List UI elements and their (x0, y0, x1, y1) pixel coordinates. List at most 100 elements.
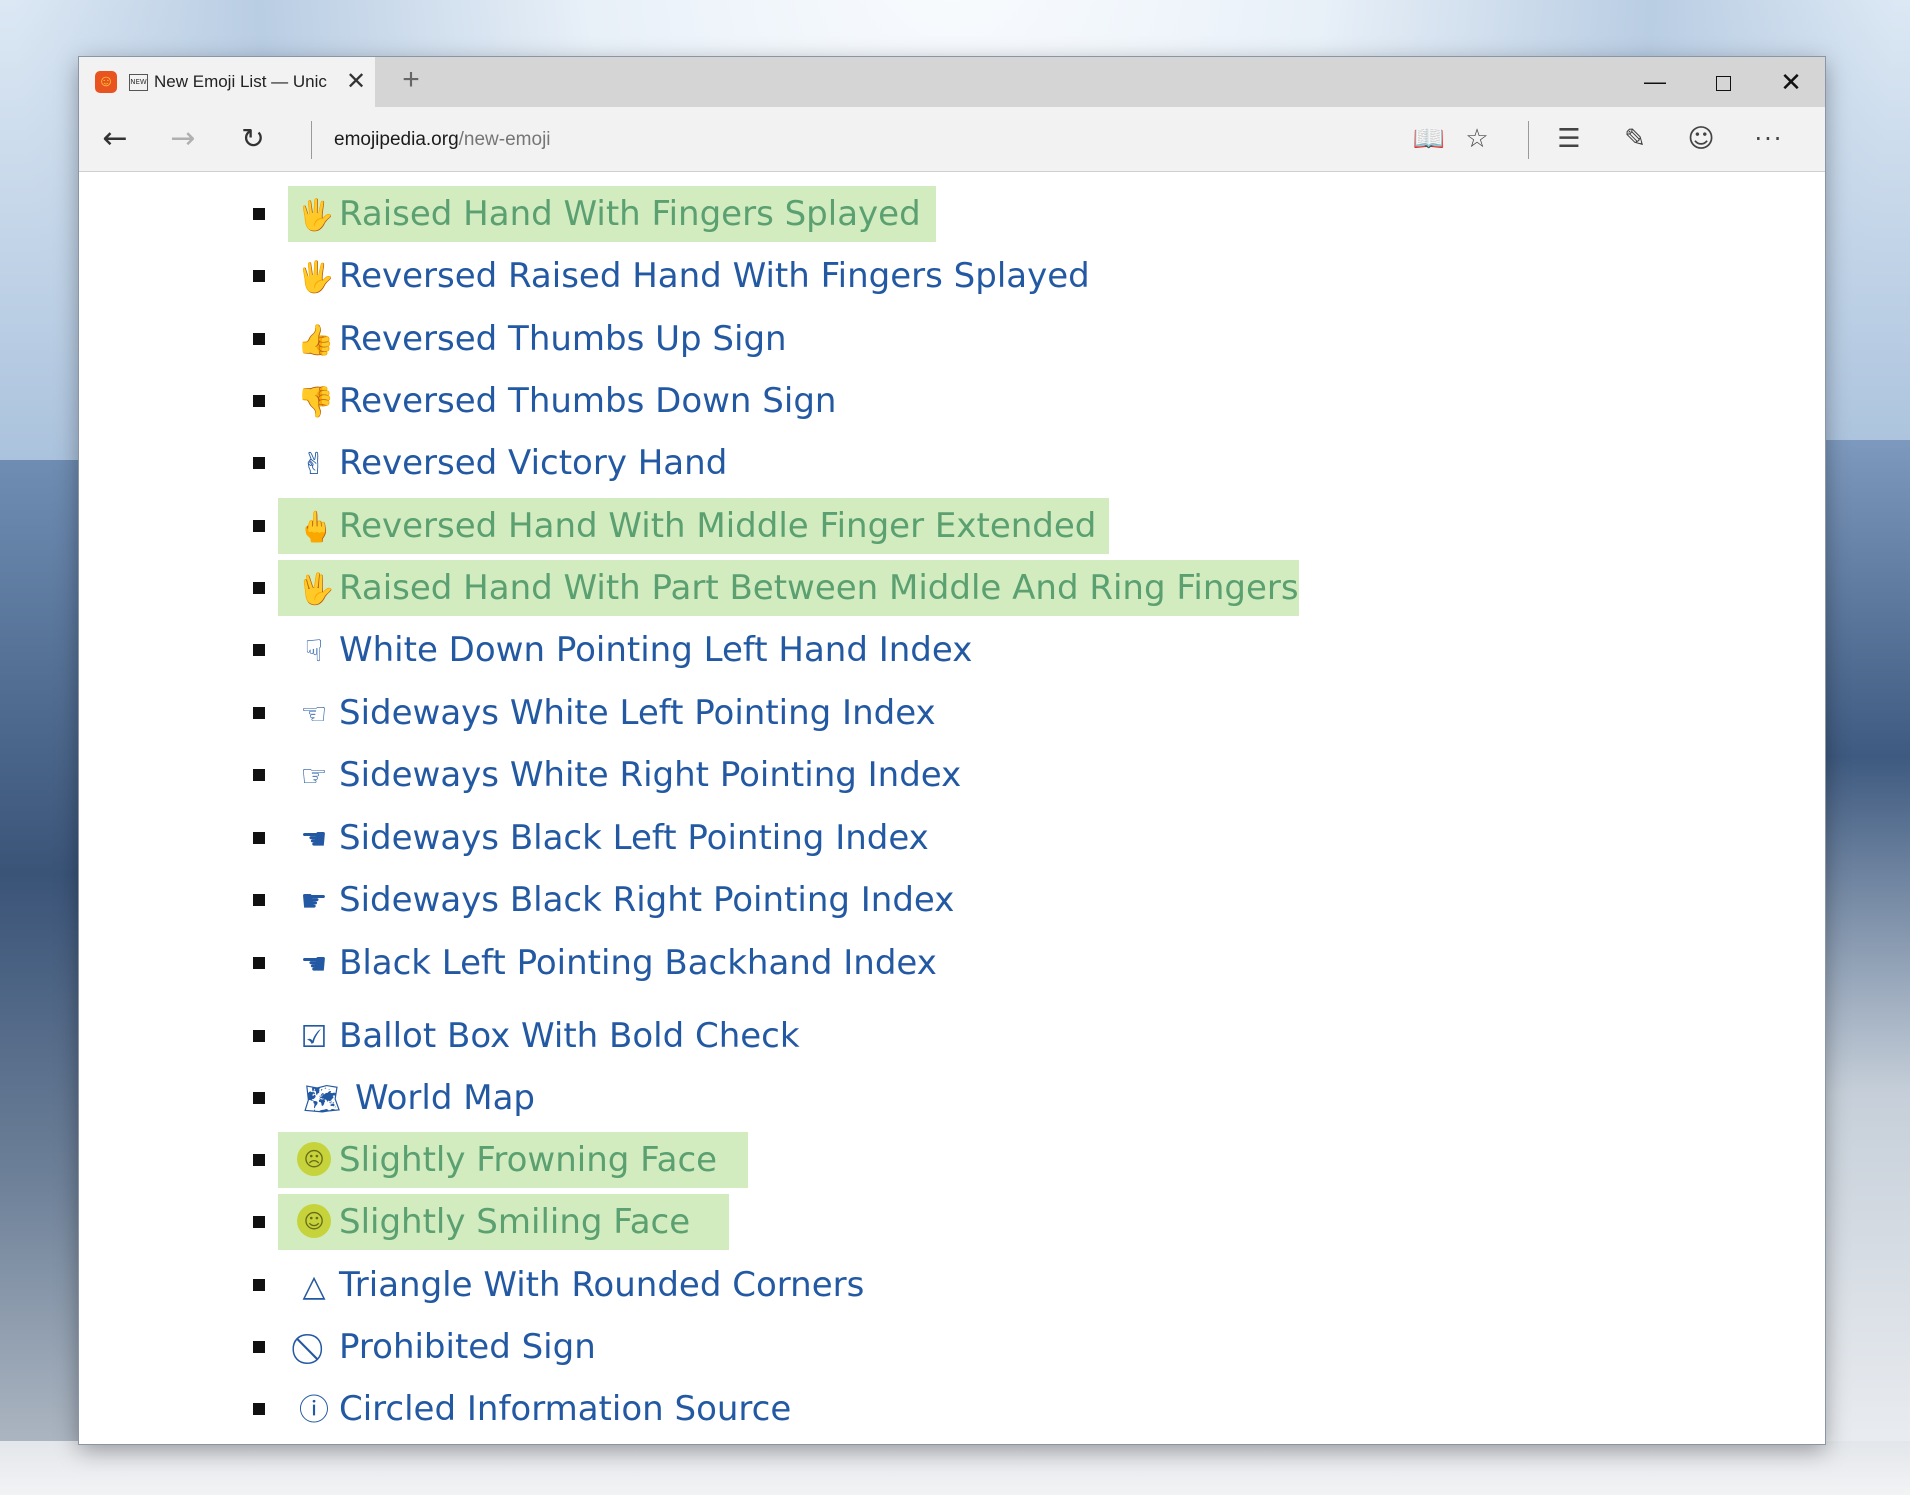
emoji-glyph-icon: ☟ (304, 634, 324, 669)
emoji-label: Sideways White Right Pointing Index (339, 755, 962, 795)
emoji-glyph-icon: ⃠ (297, 1321, 331, 1377)
tab-close-icon[interactable]: ✕ (346, 70, 366, 94)
address-bar[interactable]: emojipedia.org/new-emoji (334, 125, 551, 155)
list-item: ☞ Sideways White Right Pointing Index (79, 747, 1825, 803)
emoji-link[interactable]: ⓘ Circled Information Source (297, 1381, 791, 1437)
browser-window: ☺ NEW New Emoji List — Unic ✕ + — ✕ ← → … (79, 57, 1825, 1444)
emoji-glyph-icon: 🖕 (297, 510, 335, 545)
emoji-link[interactable]: ☞ Sideways White Right Pointing Index (297, 747, 962, 803)
emoji-glyph-icon: 🖐 (297, 198, 335, 233)
feedback-smiley-icon[interactable]: ☺ (1677, 107, 1725, 171)
emoji-link[interactable]: ✌ Reversed Victory Hand (297, 435, 727, 491)
list-bullet (253, 1092, 265, 1104)
emoji-label: Sideways Black Right Pointing Index (339, 880, 955, 920)
emoji-label: Circled Information Source (339, 1389, 792, 1429)
list-bullet (253, 769, 265, 781)
emoji-link[interactable]: ☑ Ballot Box With Bold Check (297, 1008, 800, 1064)
forward-button[interactable]: → (155, 107, 211, 171)
list-bullet (253, 270, 265, 282)
emoji-link[interactable]: ☟ White Down Pointing Left Hand Index (297, 622, 972, 678)
list-bullet (253, 582, 265, 594)
emoji-glyph-icon: 👍 (297, 323, 335, 358)
list-item: ☚ Sideways Black Left Pointing Index (79, 810, 1825, 866)
emoji-glyph-icon: △ (302, 1269, 326, 1304)
emoji-glyph-icon: ☛ (300, 884, 328, 919)
maximize-icon (1715, 75, 1731, 91)
close-window-button[interactable]: ✕ (1757, 57, 1825, 107)
list-item: 👍 Reversed Thumbs Up Sign (79, 311, 1825, 367)
navigation-bar: ← → ↻ emojipedia.org/new-emoji 📖 ☆ ☰ ✎ ☺… (79, 107, 1825, 172)
emoji-label: Black Left Pointing Backhand Index (339, 943, 937, 983)
reading-view-icon[interactable]: 📖 (1405, 107, 1453, 171)
background-mountain-right (1826, 440, 1910, 1495)
emoji-link[interactable]: 👎 Reversed Thumbs Down Sign (297, 373, 836, 429)
emoji-label: Reversed Hand With Middle Finger Extende… (339, 506, 1097, 546)
address-separator (311, 121, 312, 159)
list-item: ☺ Slightly Smiling Face (79, 1194, 1825, 1250)
address-path: /new-emoji (458, 129, 551, 150)
list-item: 👎 Reversed Thumbs Down Sign (79, 373, 1825, 429)
back-button[interactable]: ← (87, 107, 143, 171)
emoji-label: Slightly Frowning Face (339, 1140, 718, 1180)
list-item: ☜ Sideways White Left Pointing Index (79, 685, 1825, 741)
emoji-label: Reversed Raised Hand With Fingers Splaye… (339, 256, 1090, 296)
list-item: 🖐 Raised Hand With Fingers Splayed (79, 186, 1825, 242)
emoji-link[interactable]: ☹ Slightly Frowning Face (297, 1132, 717, 1188)
favorite-star-icon[interactable]: ☆ (1453, 107, 1501, 171)
emoji-link[interactable]: 🗺 World Map (297, 1070, 535, 1126)
emoji-glyph-icon: ☚ (300, 822, 328, 857)
emoji-label: Triangle With Rounded Corners (339, 1265, 865, 1305)
emoji-link[interactable]: ☚ Sideways Black Left Pointing Index (297, 810, 929, 866)
list-item: ☑ Ballot Box With Bold Check (79, 1008, 1825, 1064)
emoji-link[interactable]: 🖕 Reversed Hand With Middle Finger Extend… (297, 498, 1096, 554)
list-bullet (253, 957, 265, 969)
emoji-link[interactable]: 🖐 Reversed Raised Hand With Fingers Splay… (297, 248, 1090, 304)
list-bullet (253, 208, 265, 220)
emoji-link[interactable]: ☛ Sideways Black Right Pointing Index (297, 872, 955, 928)
list-item: ☹ Slightly Frowning Face (79, 1132, 1825, 1188)
emoji-glyph-icon: 🖖 (297, 572, 335, 607)
list-bullet (253, 1030, 265, 1042)
web-note-icon[interactable]: ✎ (1611, 107, 1659, 171)
emoji-link[interactable]: △ Triangle With Rounded Corners (297, 1257, 864, 1313)
list-bullet (253, 457, 265, 469)
toolbar-separator (1528, 121, 1529, 159)
background-mountain-left (0, 460, 90, 1495)
more-options-icon[interactable]: ··· (1745, 107, 1793, 171)
emoji-glyph-icon: ☺ (297, 1203, 331, 1238)
emoji-label: Raised Hand With Fingers Splayed (339, 194, 921, 234)
emoji-link[interactable]: ☚ Black Left Pointing Backhand Index (297, 935, 937, 991)
minimize-button[interactable]: — (1621, 57, 1689, 107)
emoji-link[interactable]: ☺ Slightly Smiling Face (297, 1194, 690, 1250)
new-badge-icon: NEW (129, 73, 148, 91)
emoji-link[interactable]: ⃠Prohibited Sign (297, 1319, 596, 1375)
emoji-glyph-icon: ☚ (300, 947, 328, 982)
emoji-label: World Map (355, 1078, 535, 1118)
emoji-glyph-icon: 🗺 (302, 1082, 342, 1117)
refresh-button[interactable]: ↻ (225, 107, 281, 171)
maximize-button[interactable] (1689, 57, 1757, 107)
tab-title: New Emoji List — Unic (154, 72, 327, 91)
address-domain: emojipedia.org (334, 129, 459, 150)
emoji-link[interactable]: 👍 Reversed Thumbs Up Sign (297, 311, 787, 367)
emoji-link[interactable]: ☜ Sideways White Left Pointing Index (297, 685, 936, 741)
emoji-label: Reversed Thumbs Up Sign (339, 319, 787, 359)
emoji-glyph-icon: ☑ (300, 1020, 328, 1055)
emoji-glyph-icon: 👎 (297, 385, 335, 420)
list-item: ☟ White Down Pointing Left Hand Index (79, 622, 1825, 678)
hub-favorites-icon[interactable]: ☰ (1545, 107, 1593, 171)
new-tab-button[interactable]: + (391, 57, 431, 107)
emoji-link[interactable]: 🖐 Raised Hand With Fingers Splayed (297, 186, 921, 242)
background-snow (0, 1441, 1910, 1495)
list-item: 🖖 Raised Hand With Part Between Middle An… (79, 560, 1825, 616)
page-content: 🖐 Raised Hand With Fingers Splayed 🖐 Revers… (79, 172, 1825, 1444)
emojipedia-favicon-icon: ☺ (95, 71, 117, 93)
emoji-glyph-icon: ⓘ (299, 1393, 329, 1428)
list-bullet (253, 1403, 265, 1415)
list-bullet (253, 1154, 265, 1166)
list-bullet (253, 894, 265, 906)
list-item: ⃠Prohibited Sign (79, 1319, 1825, 1375)
tab-new-emoji-list[interactable]: ☺ NEW New Emoji List — Unic ✕ (79, 57, 375, 107)
emoji-label: Sideways White Left Pointing Index (339, 693, 936, 733)
emoji-link[interactable]: 🖖 Raised Hand With Part Between Middle An… (297, 560, 1299, 616)
